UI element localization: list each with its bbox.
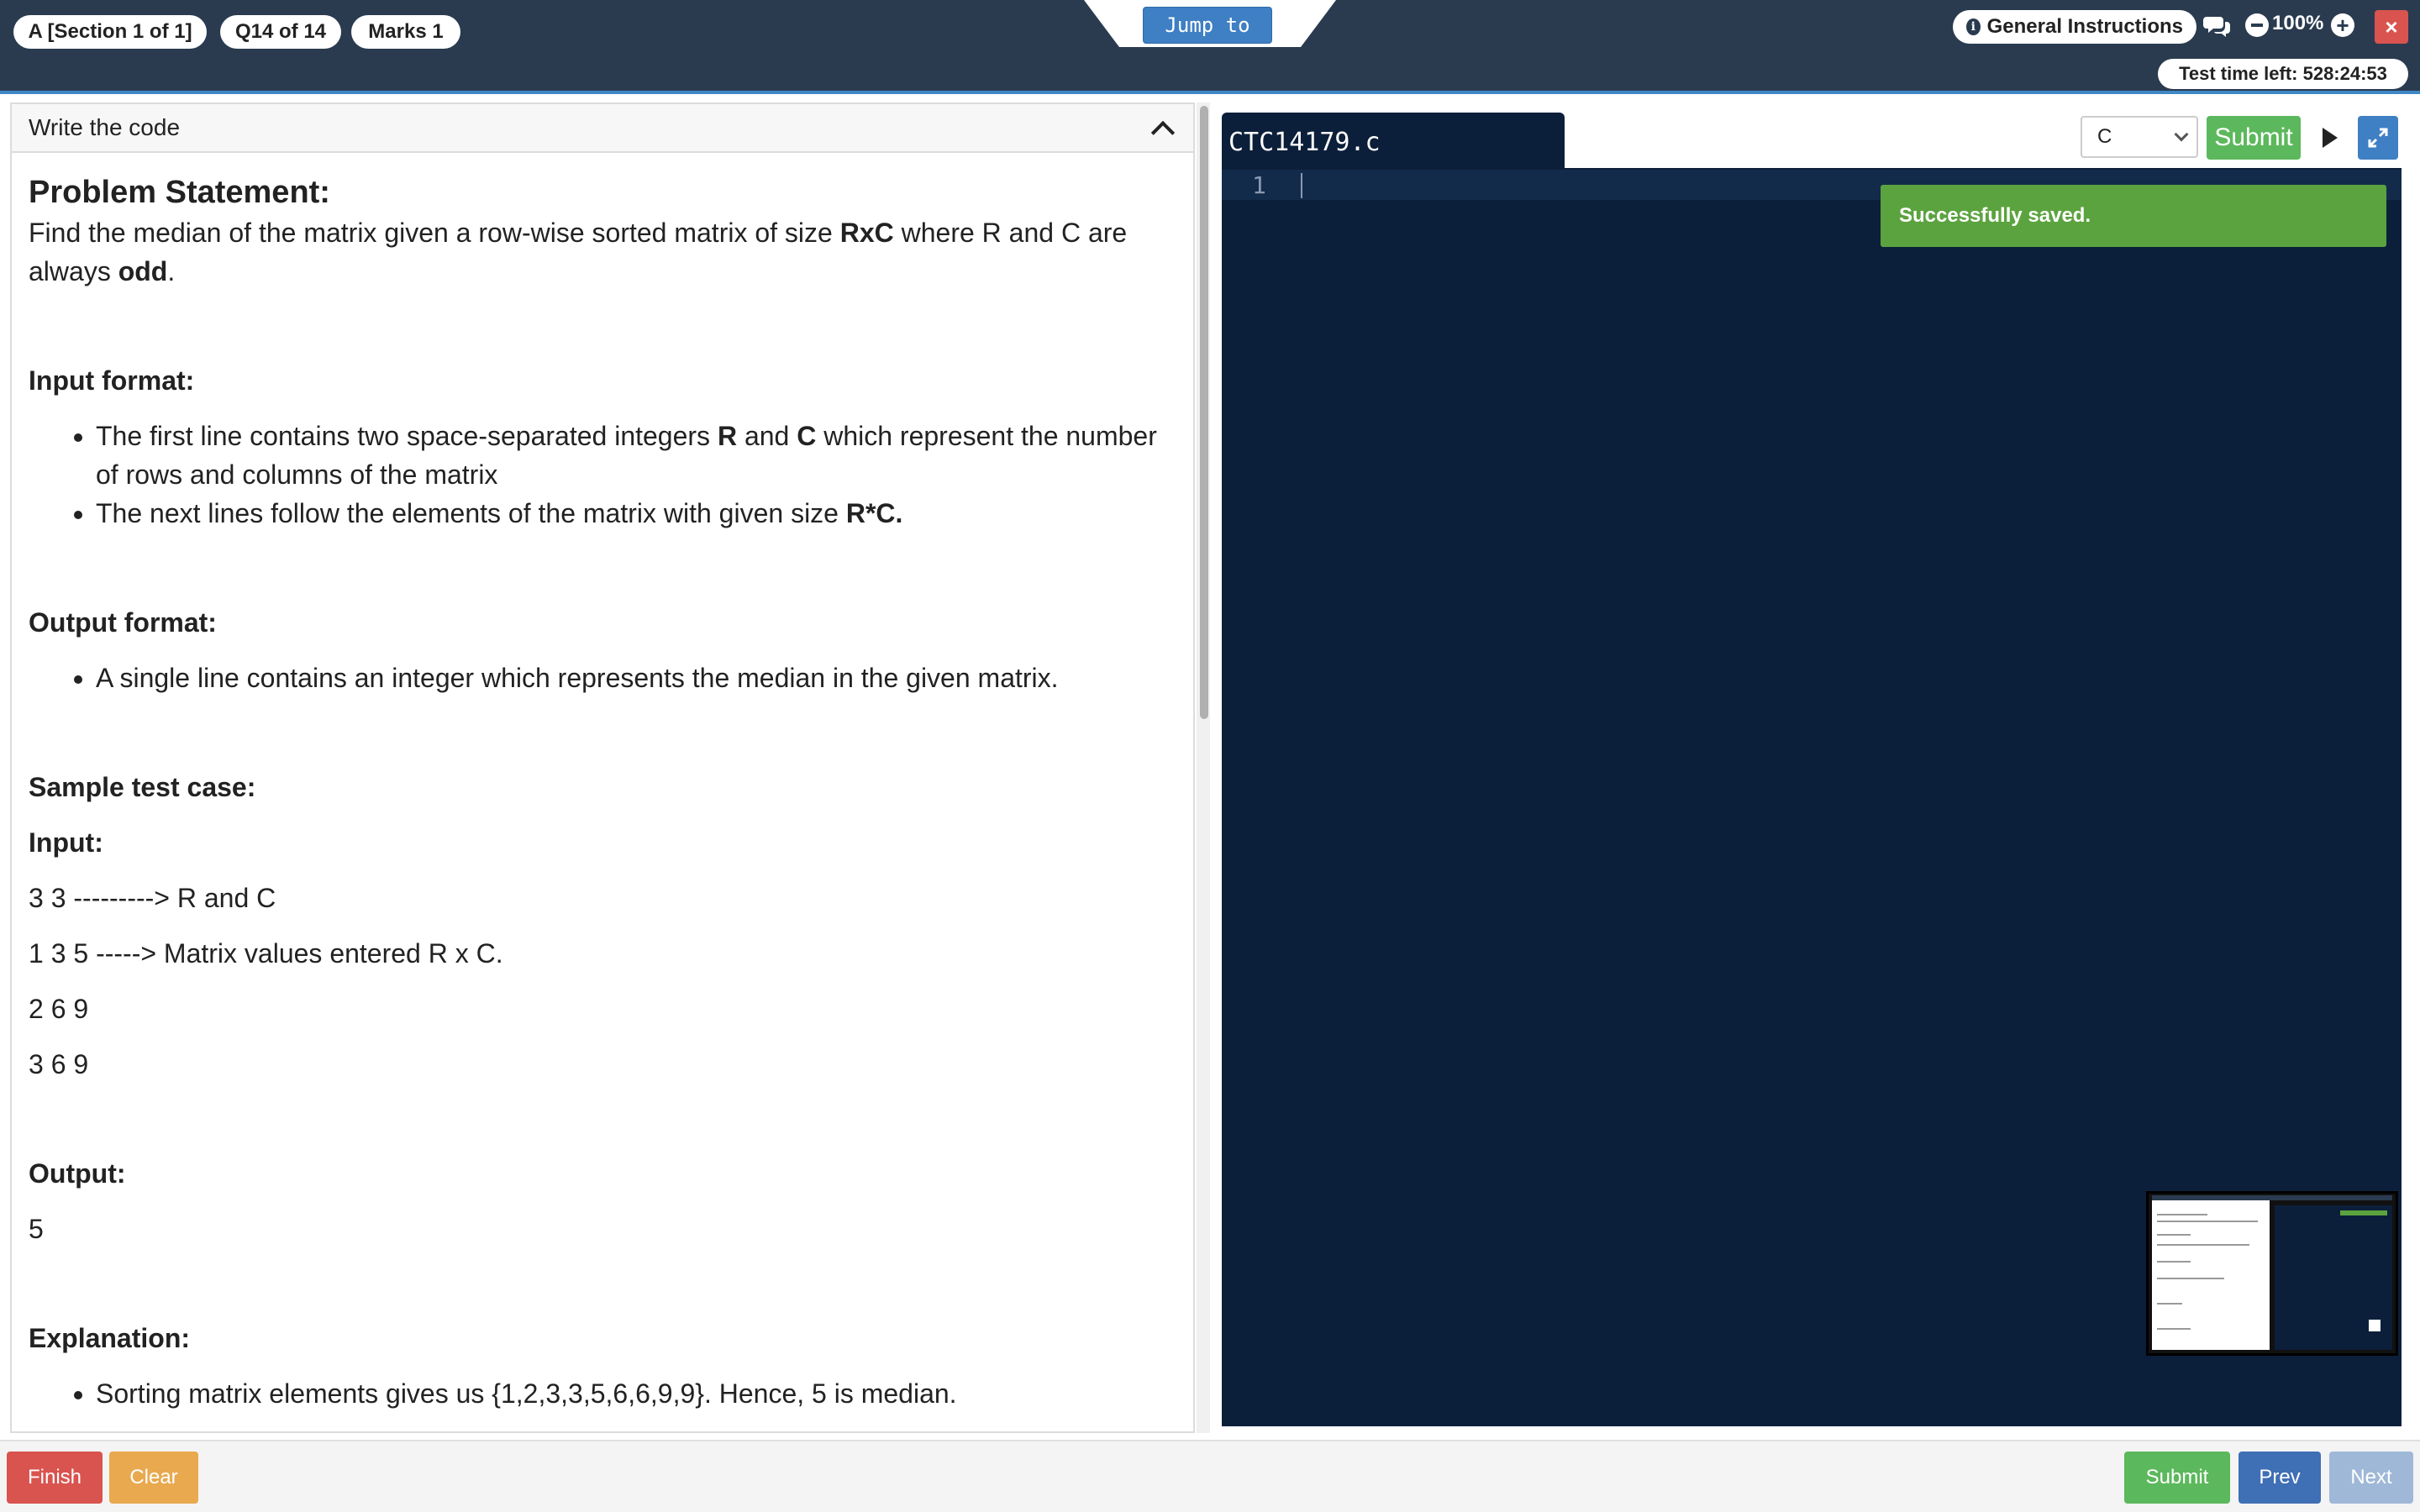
marks-pill: Marks 1	[351, 15, 460, 49]
sample-input-line: 2 6 9	[29, 994, 89, 1024]
zoom-out-icon[interactable]	[2245, 13, 2269, 37]
prev-button[interactable]: Prev	[2238, 1452, 2321, 1504]
sample-input-line: 1 3 5 -----> Matrix values entered R x C…	[29, 938, 503, 969]
input-format-heading: Input format:	[29, 365, 195, 396]
next-button[interactable]: Next	[2329, 1452, 2413, 1504]
test-timer: Test time left: 528:24:53	[2158, 59, 2408, 89]
output-format-list: A single line contains an integer which …	[96, 659, 1176, 697]
webcam-preview	[2146, 1191, 2398, 1356]
question-pill[interactable]: Q14 of 14	[220, 15, 341, 49]
problem-title: Problem Statement:	[29, 175, 330, 210]
input-format-list: The first line contains two space-separa…	[96, 417, 1176, 533]
panel-title: Write the code	[29, 114, 181, 140]
sample-input-line: 3 3 ---------> R and C	[29, 883, 276, 913]
chat-icon[interactable]	[2203, 13, 2232, 39]
output-heading: Output:	[29, 1158, 126, 1189]
list-item: A single line contains an integer which …	[96, 659, 1176, 697]
jump-to-button[interactable]: Jump to	[1143, 7, 1272, 44]
list-item: Sorting matrix elements gives us {1,2,3,…	[96, 1374, 1176, 1413]
problem-content: Problem Statement: Find the median of th…	[12, 153, 1193, 1413]
zoom-level: 100%	[2272, 12, 2324, 34]
explanation-heading: Explanation:	[29, 1323, 191, 1353]
panel-header[interactable]: Write the code	[12, 104, 1193, 153]
sample-output-value: 5	[29, 1214, 44, 1244]
explanation-list: Sorting matrix elements gives us {1,2,3,…	[96, 1374, 1176, 1413]
problem-panel: Write the code Problem Statement: Find t…	[10, 102, 1195, 1433]
clear-button[interactable]: Clear	[109, 1452, 198, 1504]
general-instructions-button[interactable]: i General Instructions	[1953, 10, 2196, 44]
bottom-bar	[0, 1440, 2420, 1512]
save-toast: Successfully saved.	[1881, 185, 2386, 247]
sample-heading: Sample test case:	[29, 772, 256, 802]
chevron-up-icon[interactable]	[1150, 120, 1176, 145]
file-tab[interactable]: CTC14179.c	[1222, 113, 1565, 171]
zoom-in-icon[interactable]: +	[2331, 13, 2354, 37]
section-pill[interactable]: A [Section 1 of 1]	[13, 15, 207, 49]
close-button[interactable]: ×	[2375, 10, 2408, 44]
input-heading: Input:	[29, 827, 103, 858]
problem-statement: Find the median of the matrix given a ro…	[29, 218, 1128, 286]
language-value: C	[2097, 125, 2112, 148]
scrollbar-thumb[interactable]	[1200, 106, 1208, 719]
expand-icon[interactable]	[2358, 116, 2398, 160]
list-item: The first line contains two space-separa…	[96, 417, 1176, 494]
run-icon[interactable]	[2311, 116, 2346, 160]
chevron-down-icon	[2174, 127, 2189, 142]
submit-button[interactable]: Submit	[2124, 1452, 2230, 1504]
finish-button[interactable]: Finish	[7, 1452, 103, 1504]
sample-input-line: 3 6 9	[29, 1049, 89, 1079]
language-select[interactable]: C	[2081, 116, 2198, 158]
output-format-heading: Output format:	[29, 607, 217, 638]
text-cursor	[1301, 173, 1302, 198]
info-icon: i	[1966, 18, 1981, 35]
general-instructions-label: General Instructions	[1986, 15, 2183, 38]
list-item: The next lines follow the elements of th…	[96, 494, 1176, 533]
line-number: 1	[1252, 171, 1266, 199]
submit-code-button[interactable]: Submit	[2207, 116, 2301, 160]
